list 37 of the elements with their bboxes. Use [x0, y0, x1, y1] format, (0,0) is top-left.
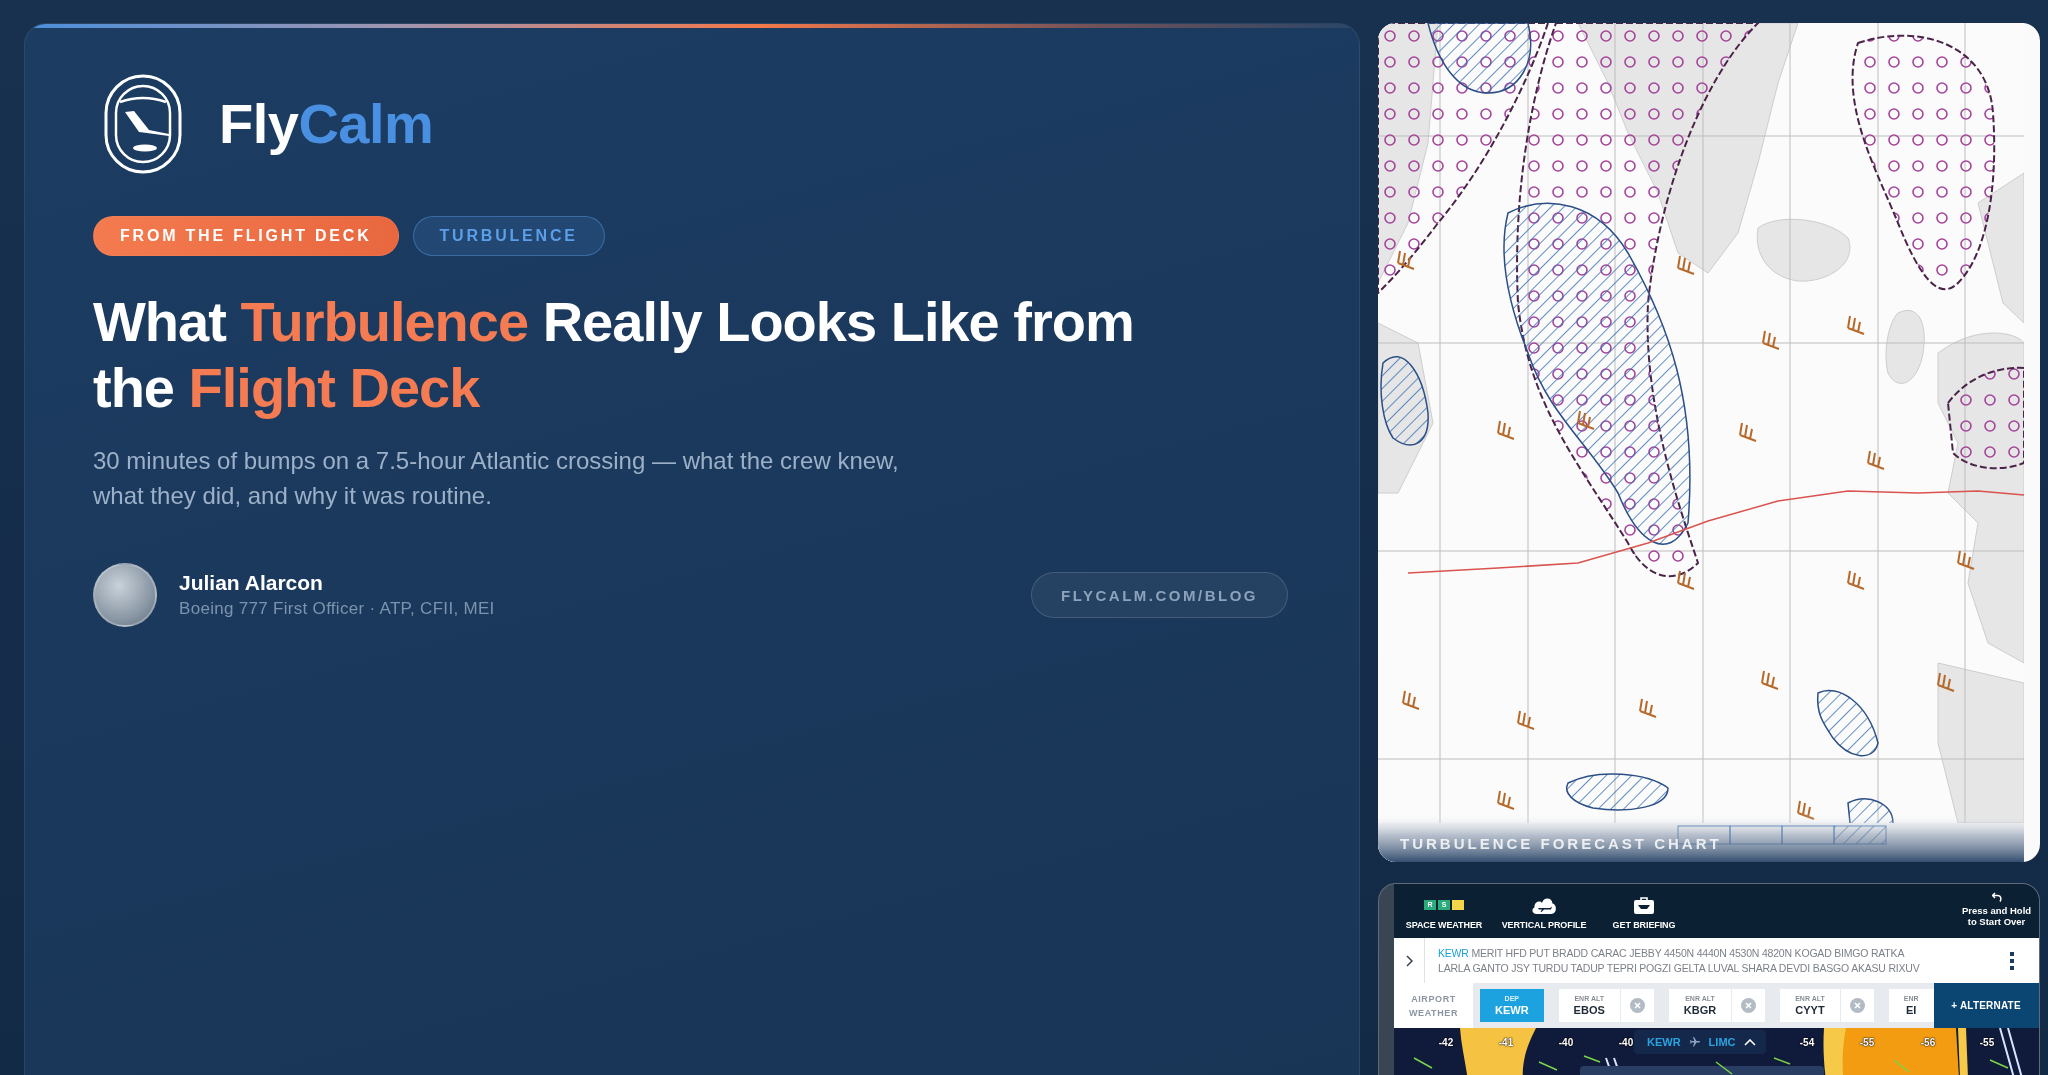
temperature-label: -55	[1859, 1036, 1875, 1050]
temperature-label: -42	[1438, 1036, 1454, 1050]
add-alternate-button[interactable]: + ALTERNATE	[1933, 983, 2039, 1028]
subtitle: 30 minutes of bumps on a 7.5-hour Atlantic crossing — what the crew knew, what they did, and why it was routine.	[93, 446, 900, 511]
more-vertical-icon	[2009, 951, 2014, 970]
briefcase-icon	[1634, 896, 1654, 914]
route-text: KEWR MERIT HFD PUT BRADD CARAC JEBBY 4450N 4440N 4530N 4820N KOGAD BIMGO RATKA LARLA GANTO JSY TURDU TADUP TEPRI POGZI GELTA LUVAL SHARA DEVDI BASGO AKASU RIXUV	[1437, 945, 1921, 976]
site-url-pill: FLYCALM.COM/BLOG	[1031, 572, 1288, 618]
brand-name: FlyCalm	[219, 91, 434, 157]
temperature-label: -54	[1799, 1036, 1815, 1050]
temperature-label: -56	[1920, 1036, 1936, 1050]
close-icon	[1849, 998, 1865, 1013]
chevron-up-icon	[1743, 1038, 1756, 1046]
undo-arrow-icon	[1991, 892, 2002, 902]
vertical-profile-button[interactable]: VERTICAL PROFILE	[1494, 884, 1594, 938]
temperature-label: -41	[1498, 1036, 1514, 1050]
route-pill-button[interactable]: KEWR LIMC	[1634, 1030, 1766, 1054]
temperature-label: -40	[1618, 1036, 1634, 1050]
close-icon	[1741, 998, 1757, 1013]
chevron-right-icon	[1405, 954, 1413, 967]
airplane-icon	[1688, 1036, 1701, 1048]
start-over-button[interactable]: Press and Hold to Start Over	[1954, 884, 2039, 938]
remove-airport-button[interactable]	[1840, 989, 1874, 1022]
remove-airport-button[interactable]	[1732, 989, 1766, 1022]
category-tag: FROM THE FLIGHT DECK	[93, 216, 399, 256]
topic-tag: TURBULENCE	[412, 216, 605, 256]
airport-weather-label: AIRPORT WEATHER	[1394, 983, 1473, 1028]
author-name: Julian Alarcon	[179, 570, 324, 596]
get-briefing-button[interactable]: GET BRIEFING	[1594, 884, 1694, 938]
headline: What Turbulence Really Looks Like from the Flight Deck	[93, 289, 1135, 421]
temperature-label: -55	[1979, 1036, 1995, 1050]
chart-caption: TURBULENCE FORECAST CHART	[1400, 835, 1722, 853]
temperature-label: -40	[1558, 1036, 1574, 1050]
remove-airport-button[interactable]	[1620, 989, 1654, 1022]
author-role: Boeing 777 First Officer · ATP, CFII, MEI	[179, 598, 495, 620]
cloud-airplane-icon	[1531, 896, 1557, 914]
close-icon	[1629, 998, 1645, 1013]
